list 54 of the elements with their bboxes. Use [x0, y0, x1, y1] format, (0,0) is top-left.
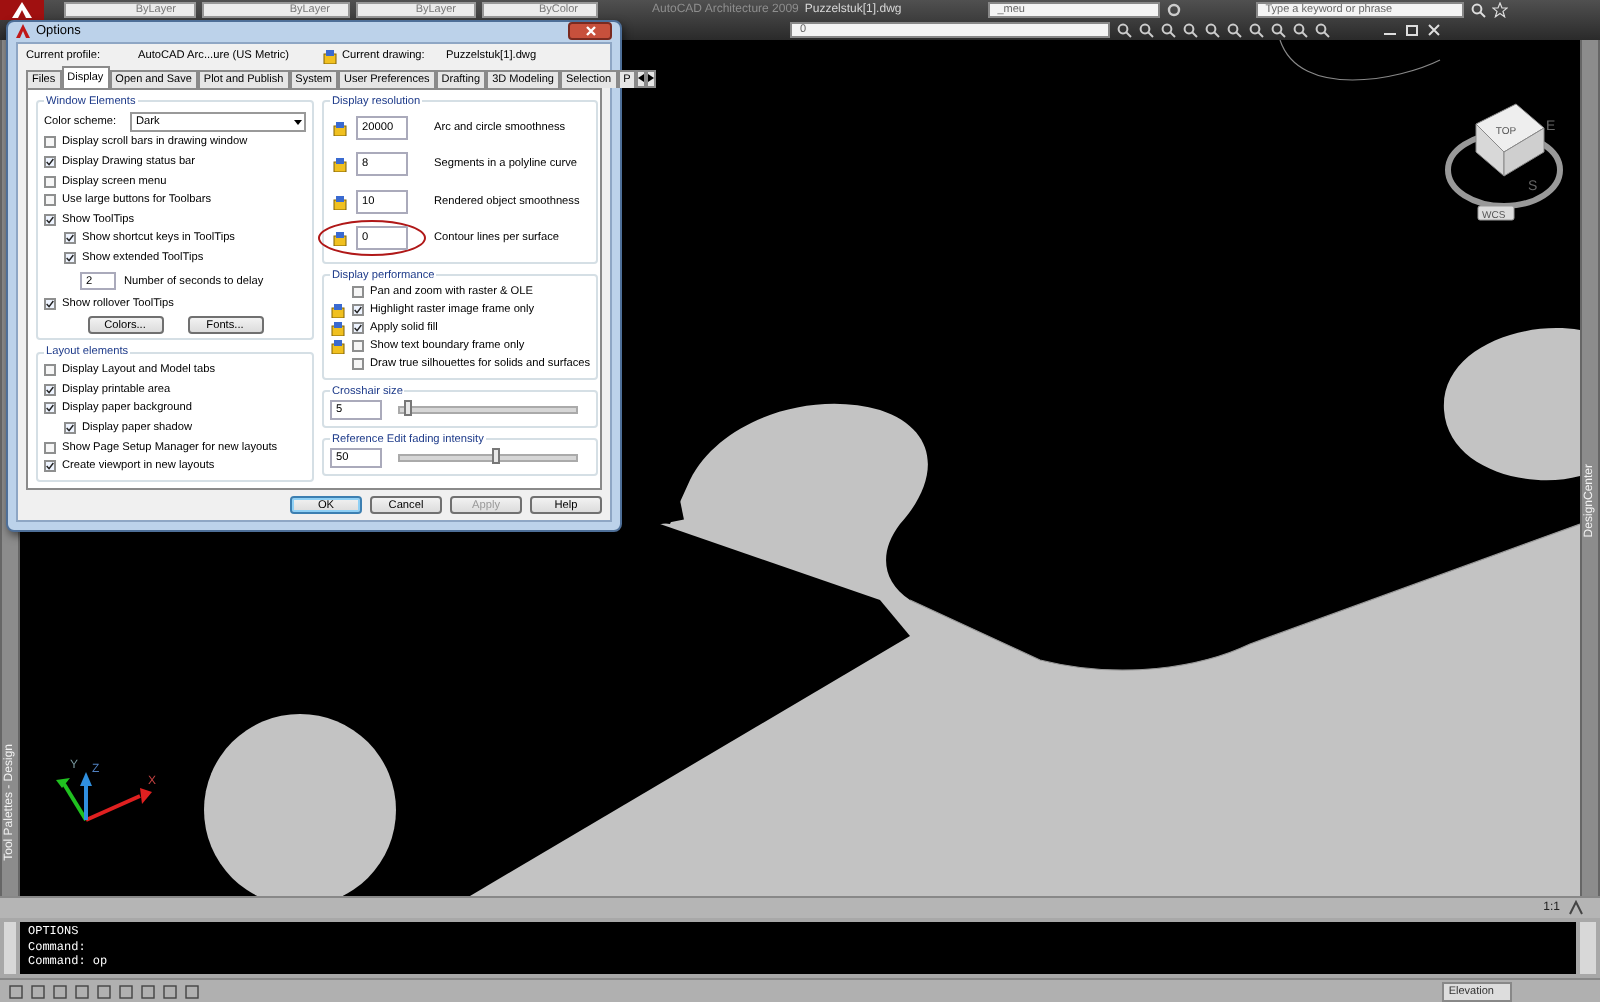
close-icon: [585, 26, 595, 37]
zoom-icon[interactable]: [1204, 22, 1220, 38]
checkbox[interactable]: [44, 213, 56, 226]
drawing-setting-icon: [332, 156, 348, 173]
checkbox[interactable]: [44, 194, 56, 207]
checkbox[interactable]: [352, 358, 364, 371]
viewcube-drawing: [1445, 103, 1563, 209]
slider-thumb[interactable]: [492, 448, 501, 465]
checkbox[interactable]: [352, 322, 364, 335]
app-logo-icon[interactable]: [0, 0, 44, 20]
checkbox[interactable]: [44, 402, 56, 415]
checkbox[interactable]: [64, 422, 76, 435]
left-arrow-icon: [638, 74, 645, 83]
slider-thumb[interactable]: [404, 400, 413, 417]
zoom-icon[interactable]: [1314, 22, 1330, 38]
drawing-setting-icon: [332, 230, 348, 247]
zoom-icon[interactable]: [1116, 22, 1132, 38]
drawing-setting-icon: [332, 193, 348, 210]
checkbox[interactable]: [44, 460, 56, 473]
drawing-icon: [322, 47, 338, 64]
ucs-menu-button[interactable]: [1477, 205, 1515, 221]
zoom-icon[interactable]: [1292, 22, 1308, 38]
close-button[interactable]: [568, 22, 612, 41]
checkbox[interactable]: [64, 252, 76, 265]
checkbox[interactable]: [352, 340, 364, 353]
tab-scroll-right-button[interactable]: [646, 69, 657, 88]
zoom-icon[interactable]: [1248, 22, 1264, 38]
zoom-icon[interactable]: [1138, 22, 1154, 38]
right-arrow-icon: [648, 74, 655, 83]
caret-icon: [292, 115, 304, 128]
checkbox[interactable]: [44, 441, 56, 454]
checkbox[interactable]: [44, 136, 56, 149]
checkbox[interactable]: [64, 232, 76, 245]
app-logo-icon: [16, 24, 30, 39]
zoom-icon[interactable]: [1160, 22, 1176, 38]
ucs-axes-icon: [56, 772, 152, 822]
checkbox[interactable]: [44, 156, 56, 169]
checkbox[interactable]: [352, 286, 364, 299]
command-grip: [4, 922, 16, 974]
annotation-icon[interactable]: [1568, 900, 1584, 916]
drawing-setting-icon: [332, 119, 348, 136]
checkbox[interactable]: [44, 297, 56, 310]
checkbox[interactable]: [44, 383, 56, 396]
close-icon[interactable]: [1426, 22, 1442, 38]
zoom-icon[interactable]: [1182, 22, 1198, 38]
zoom-icon[interactable]: [1270, 22, 1286, 38]
checkbox[interactable]: [352, 304, 364, 317]
zoom-icon[interactable]: [1226, 22, 1242, 38]
scroll-bar[interactable]: [1580, 922, 1596, 974]
restore-icon[interactable]: [1404, 22, 1420, 38]
checkbox[interactable]: [44, 175, 56, 188]
checkbox[interactable]: [44, 364, 56, 377]
search-icon[interactable]: [1469, 2, 1486, 18]
star-icon[interactable]: [1491, 2, 1508, 18]
